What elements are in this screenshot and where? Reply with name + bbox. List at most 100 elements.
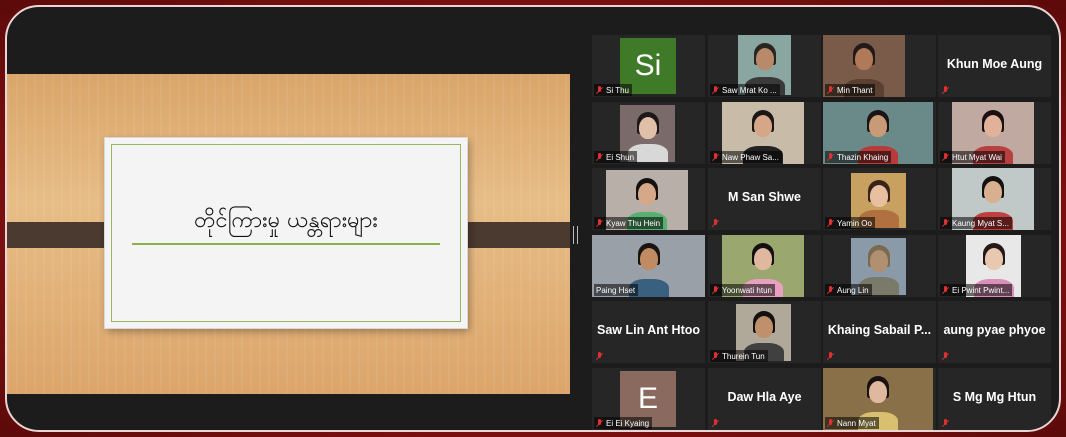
splitter-handle[interactable] xyxy=(573,226,578,244)
participant-name: Thazin Khaing xyxy=(837,152,889,162)
muted-mic-icon xyxy=(712,351,719,361)
participant-tile-ei-ei-kyaing[interactable]: E Ei Ei Kyaing xyxy=(592,368,705,430)
slide-title: တိုင်ကြားမှု ယန္တရားများ xyxy=(194,208,378,233)
participant-tile-khun-moe-aung[interactable]: Khun Moe Aung xyxy=(938,35,1051,97)
participant-name: M San Shwe xyxy=(728,190,801,204)
video-figure-head xyxy=(869,184,888,207)
participant-name-label: Yamin Oo xyxy=(825,217,875,229)
video-figure-head xyxy=(855,48,873,71)
participant-tile-yamin-oo[interactable]: Yamin Oo xyxy=(823,168,936,230)
participant-name: S Mg Mg Htun xyxy=(952,390,1037,404)
muted-mic-icon xyxy=(942,152,949,162)
muted-mic-icon xyxy=(827,285,834,295)
participant-name-label: Si Thu xyxy=(594,84,632,96)
participant-name: Paing Hset xyxy=(596,285,636,295)
participant-tile-min-thant[interactable]: Min Thant xyxy=(823,35,936,97)
muted-mic-icon xyxy=(712,419,719,428)
muted-mic-icon xyxy=(596,152,603,162)
video-figure-head xyxy=(638,117,657,140)
muted-mic-icon xyxy=(712,152,719,162)
participant-name-label: Min Thant xyxy=(825,84,876,96)
muted-mic-icon xyxy=(942,419,949,428)
participant-tile-aung-lin[interactable]: Aung Lin xyxy=(823,235,936,297)
muted-mic-icon xyxy=(942,218,949,228)
participant-name-label: Nann Myat xyxy=(825,417,879,429)
muted-mic-icon xyxy=(596,352,603,361)
participant-name-label: Paing Hset xyxy=(594,284,639,296)
video-figure-head xyxy=(754,115,772,138)
participant-tile-ei-shun[interactable]: Ei Shun xyxy=(592,102,705,164)
video-figure-head xyxy=(638,182,656,205)
presentation-slide: တိုင်ကြားမှု ယန္တရားများ xyxy=(105,138,467,328)
participant-name: Yoonwati htun xyxy=(722,285,772,295)
video-figure-head xyxy=(984,181,1002,204)
participant-name: Khaing Sabail P... xyxy=(827,323,932,337)
video-figure-head xyxy=(754,248,772,271)
muted-mic-icon xyxy=(827,418,834,428)
muted-mic-icon xyxy=(827,152,834,162)
participant-tile-paing-hset[interactable]: Paing Hset xyxy=(592,235,705,297)
participant-tile-saw-mrat-ko[interactable]: Saw Mrat Ko ... xyxy=(708,35,821,97)
participant-tile-thazin-khaing[interactable]: Thazin Khaing xyxy=(823,102,936,164)
muted-mic-icon xyxy=(596,418,603,428)
participant-name-label: Ei Shun xyxy=(594,151,638,163)
participant-name: Saw Lin Ant Htoo xyxy=(597,323,700,337)
meeting-window: တိုင်ကြားမှု ယန္တရားများ Si Si Thu Saw Mra… xyxy=(5,5,1061,432)
muted-mic-icon xyxy=(827,85,834,95)
participant-tile-thurein-tun[interactable]: Thurein Tun xyxy=(708,301,821,363)
participant-name-label: Aung Lin xyxy=(825,284,872,296)
participant-name: Si Thu xyxy=(606,85,629,95)
video-figure-head xyxy=(869,115,887,138)
muted-mic-icon xyxy=(596,85,603,95)
participant-name-label: Htut Myat Wai xyxy=(940,151,1005,163)
video-figure-head xyxy=(754,316,773,339)
video-figure-head xyxy=(869,250,888,273)
participant-tile-kyaw-thu-hein[interactable]: Kyaw Thu Hein xyxy=(592,168,705,230)
participant-name: Aung Lin xyxy=(837,285,869,295)
muted-mic-icon xyxy=(942,352,949,361)
video-figure-head xyxy=(984,115,1002,138)
participant-name-label: Saw Mrat Ko ... xyxy=(710,84,780,96)
participant-name-label: Thurein Tun xyxy=(710,350,768,362)
participant-name: Kaung Myat S... xyxy=(952,218,1009,228)
participant-name: Yamin Oo xyxy=(837,218,872,228)
video-figure-head xyxy=(984,248,1003,271)
shared-screen: တိုင်ကြားမှု ယန္တရားများ xyxy=(7,74,570,394)
participant-name: Ei Pwint Pwint... xyxy=(952,285,1010,295)
participant-tile-aung-pyae-phyoe[interactable]: aung pyae phyoe xyxy=(938,301,1051,363)
participant-name: Ei Ei Kyaing xyxy=(606,418,650,428)
participant-tile-naw-phaw-sa[interactable]: Naw Phaw Sa... xyxy=(708,102,821,164)
participant-name: Nann Myat xyxy=(837,418,876,428)
participant-name-label: Ei Ei Kyaing xyxy=(594,417,653,429)
participant-tile-khaing-sabail-p[interactable]: Khaing Sabail P... xyxy=(823,301,936,363)
video-figure-head xyxy=(869,381,887,404)
participant-name: Thurein Tun xyxy=(722,351,765,361)
participant-tile-yoonwati-htun[interactable]: Yoonwati htun xyxy=(708,235,821,297)
participant-name-label: Yoonwati htun xyxy=(710,284,775,296)
slide-band-left xyxy=(7,222,117,248)
participant-name: Daw Hla Aye xyxy=(727,390,802,404)
slide-title-underline xyxy=(132,243,440,245)
participant-tile-daw-hla-aye[interactable]: Daw Hla Aye xyxy=(708,368,821,430)
participant-name-label: Ei Pwint Pwint... xyxy=(940,284,1013,296)
muted-mic-icon xyxy=(942,86,949,95)
participant-tile-kaung-myat-s[interactable]: Kaung Myat S... xyxy=(938,168,1051,230)
participant-tile-nann-myat[interactable]: Nann Myat xyxy=(823,368,936,430)
muted-mic-icon xyxy=(712,219,719,228)
participant-tile-htut-myat-wai[interactable]: Htut Myat Wai xyxy=(938,102,1051,164)
participant-tile-s-mg-mg-htun[interactable]: S Mg Mg Htun xyxy=(938,368,1051,430)
participant-tile-saw-lin-ant-htoo[interactable]: Saw Lin Ant Htoo xyxy=(592,301,705,363)
video-figure-head xyxy=(639,248,658,271)
slide-band-right xyxy=(455,222,570,248)
participant-tile-m-san-shwe[interactable]: M San Shwe xyxy=(708,168,821,230)
participant-name: Saw Mrat Ko ... xyxy=(722,85,777,95)
participant-name: aung pyae phyoe xyxy=(943,323,1046,337)
participant-name: Kyaw Thu Hein xyxy=(606,218,661,228)
muted-mic-icon xyxy=(712,85,719,95)
slide-border: တိုင်ကြားမှု ယန္တရားများ xyxy=(111,144,461,322)
participant-tile-si-thu[interactable]: Si Si Thu xyxy=(592,35,705,97)
muted-mic-icon xyxy=(827,218,834,228)
participant-tile-ei-pwint-pwint[interactable]: Ei Pwint Pwint... xyxy=(938,235,1051,297)
participant-name-label: Kyaw Thu Hein xyxy=(594,217,664,229)
muted-mic-icon xyxy=(942,285,949,295)
